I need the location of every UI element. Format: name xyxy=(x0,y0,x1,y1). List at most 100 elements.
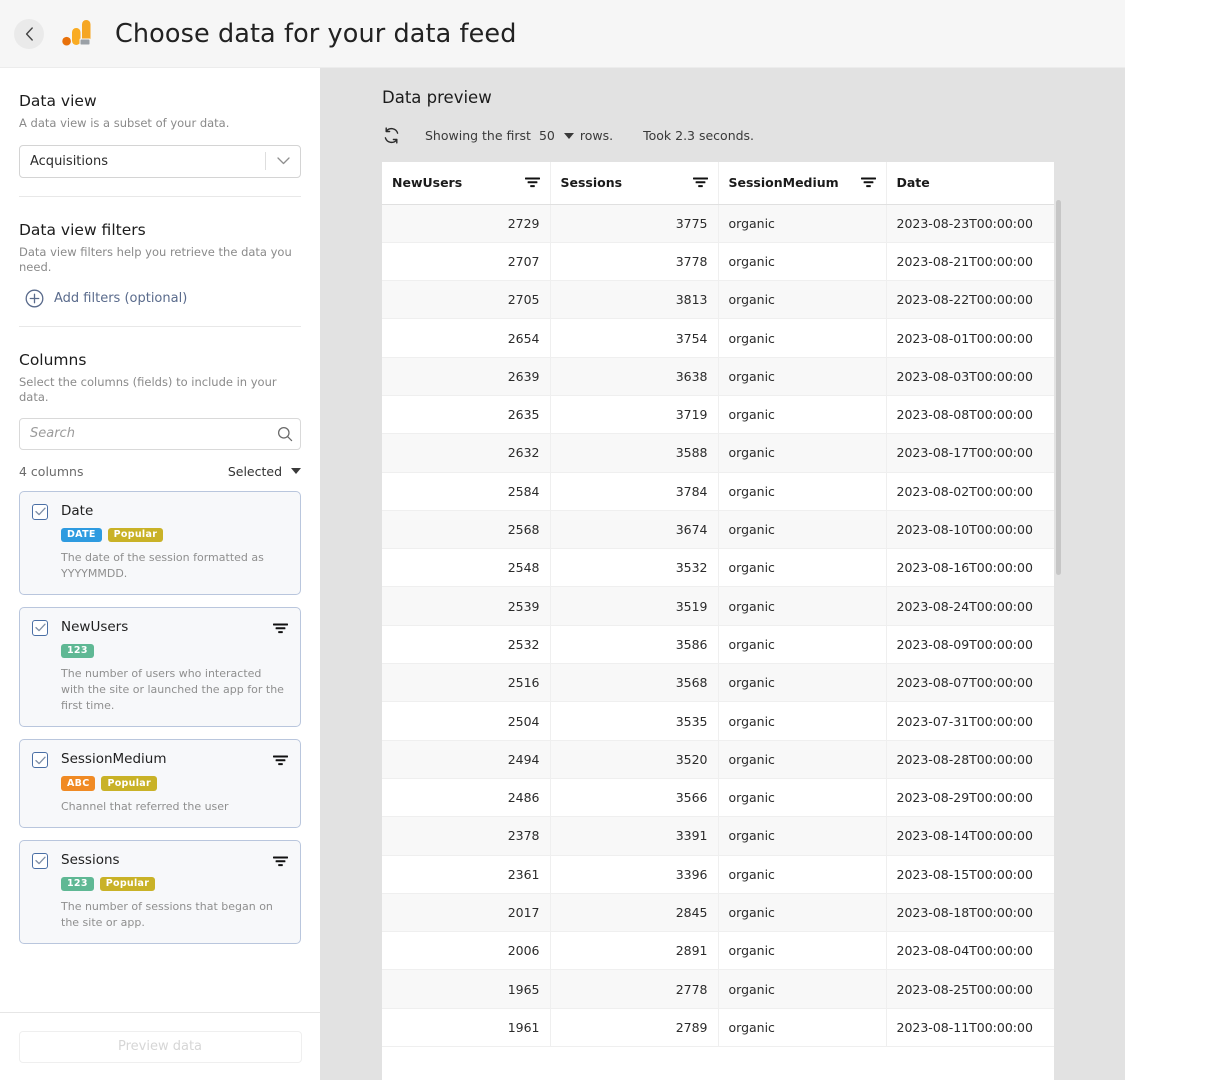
google-analytics-icon xyxy=(62,18,96,50)
table-cell: 2023-08-23T00:00:00 xyxy=(886,204,1054,243)
row-limit-dropdown[interactable]: 50 xyxy=(539,128,574,143)
data-view-select[interactable]: Acquisitions xyxy=(19,144,301,178)
table-cell: organic xyxy=(718,816,887,856)
column-filter-button[interactable] xyxy=(273,853,288,872)
table-row[interactable]: 2378 3391 organic 2023-08-14T00:00:00 xyxy=(382,816,1054,856)
chevron-down-icon[interactable] xyxy=(266,157,300,165)
table-cell: 2778 xyxy=(550,969,719,1009)
table-row[interactable]: 2504 3535 organic 2023-07-31T00:00:00 xyxy=(382,701,1054,741)
header-filter-button[interactable] xyxy=(692,176,708,189)
table-vertical-scrollbar[interactable] xyxy=(1056,200,1061,575)
data-view-filters-subtitle: Data view filters help you retrieve the … xyxy=(19,244,292,275)
table-cell: 3754 xyxy=(550,318,719,358)
table-cell: organic xyxy=(718,242,887,282)
table-cell: organic xyxy=(718,510,887,550)
table-cell: 3775 xyxy=(550,204,719,243)
table-cell: 2023-08-01T00:00:00 xyxy=(886,318,1054,358)
table-row[interactable]: 2584 3784 organic 2023-08-02T00:00:00 xyxy=(382,472,1054,511)
table-header-sessionmedium[interactable]: SessionMedium xyxy=(718,162,887,205)
table-cell: organic xyxy=(718,357,887,396)
table-cell: 2023-08-28T00:00:00 xyxy=(886,740,1054,779)
table-cell: 2654 xyxy=(382,318,551,358)
column-name: SessionMedium xyxy=(61,751,167,768)
table-header-sessions[interactable]: Sessions xyxy=(550,162,719,205)
table-cell: organic xyxy=(718,586,887,626)
preview-data-button[interactable]: Preview data xyxy=(18,1030,302,1063)
table-row[interactable]: 2639 3638 organic 2023-08-03T00:00:00 xyxy=(382,357,1054,396)
column-checkbox[interactable] xyxy=(32,752,48,769)
table-cell: 2532 xyxy=(382,625,551,665)
table-row[interactable]: 2017 2845 organic 2023-08-18T00:00:00 xyxy=(382,893,1054,933)
plus-circle-icon xyxy=(25,289,44,307)
column-name: Date xyxy=(61,502,94,519)
filter-icon xyxy=(860,177,876,188)
table-row[interactable]: 2548 3532 organic 2023-08-16T00:00:00 xyxy=(382,548,1054,588)
table-row[interactable]: 2568 3674 organic 2023-08-10T00:00:00 xyxy=(382,510,1054,550)
table-cell: organic xyxy=(718,969,887,1009)
table-row[interactable]: 2707 3778 organic 2023-08-21T00:00:00 xyxy=(382,242,1054,282)
table-row[interactable]: 2486 3566 organic 2023-08-29T00:00:00 xyxy=(382,778,1054,818)
badge-popular: Popular xyxy=(99,876,156,892)
column-badges: DATE Popular xyxy=(61,527,288,543)
data-view-subtitle: A data view is a subset of your data. xyxy=(19,116,230,130)
columns-sort-dropdown[interactable]: Selected xyxy=(228,464,301,479)
table-cell: organic xyxy=(718,1008,887,1048)
column-checkbox[interactable] xyxy=(32,503,48,520)
header-filter-button[interactable] xyxy=(860,176,876,189)
table-cell: 2361 xyxy=(382,855,551,894)
column-search[interactable] xyxy=(19,417,301,450)
table-row[interactable]: 2006 2891 organic 2023-08-04T00:00:00 xyxy=(382,931,1054,971)
table-cell: organic xyxy=(718,472,887,511)
column-checkbox[interactable] xyxy=(32,852,48,869)
back-button[interactable] xyxy=(14,18,44,49)
column-card-newusers[interactable]: NewUsers 123 The number of users who inter… xyxy=(19,606,301,728)
column-checkbox[interactable] xyxy=(32,619,48,636)
table-row[interactable]: 2361 3396 organic 2023-08-15T00:00:00 xyxy=(382,855,1054,894)
column-card-header: Date xyxy=(32,503,288,520)
table-cell: 1965 xyxy=(382,969,551,1009)
table-cell: 2486 xyxy=(382,778,551,818)
data-view-select-value: Acquisitions xyxy=(30,153,108,169)
table-row[interactable]: 2516 3568 organic 2023-08-07T00:00:00 xyxy=(382,663,1054,703)
table-row[interactable]: 2729 3775 organic 2023-08-23T00:00:00 xyxy=(382,204,1054,243)
table-row[interactable]: 2654 3754 organic 2023-08-01T00:00:00 xyxy=(382,318,1054,358)
table-cell: 1961 xyxy=(382,1008,551,1048)
table-row[interactable]: 1961 2789 organic 2023-08-11T00:00:00 xyxy=(382,1008,1054,1048)
badge-abc: ABC xyxy=(61,776,96,791)
badge-popular: Popular xyxy=(107,527,164,543)
table-row[interactable]: 2494 3520 organic 2023-08-28T00:00:00 xyxy=(382,740,1054,779)
table-cell: 2891 xyxy=(550,931,719,971)
table-row[interactable]: 2632 3588 organic 2023-08-17T00:00:00 xyxy=(382,433,1054,473)
search-input[interactable] xyxy=(20,426,270,442)
table-cell: organic xyxy=(718,433,887,473)
table-row[interactable]: 2532 3586 organic 2023-08-09T00:00:00 xyxy=(382,625,1054,665)
column-name: Sessions xyxy=(61,851,120,868)
header-label: NewUsers xyxy=(392,175,463,191)
column-card-sessions[interactable]: Sessions 123 Popular The number of sessions… xyxy=(19,839,301,945)
column-filter-button[interactable] xyxy=(273,620,288,639)
column-card-sessionmedium[interactable]: SessionMedium ABC Popular Channel that refe… xyxy=(19,739,301,828)
table-row[interactable]: 2635 3719 organic 2023-08-08T00:00:00 xyxy=(382,395,1054,435)
table-cell: 2023-08-25T00:00:00 xyxy=(886,969,1054,1009)
table-cell: 3586 xyxy=(550,625,719,665)
main-panel: Data preview Showing the first 50 rows. … xyxy=(320,68,1125,1080)
table-cell: 2023-08-24T00:00:00 xyxy=(886,586,1054,626)
table-header-newusers[interactable]: NewUsers xyxy=(382,162,551,205)
column-badges: ABC Popular xyxy=(61,776,288,791)
divider xyxy=(19,325,301,327)
table-row[interactable]: 2705 3813 organic 2023-08-22T00:00:00 xyxy=(382,280,1054,320)
add-filters-button[interactable]: Add filters (optional) xyxy=(19,289,301,308)
table-cell: 2023-08-04T00:00:00 xyxy=(886,931,1054,971)
table-row[interactable]: 2539 3519 organic 2023-08-24T00:00:00 xyxy=(382,586,1054,626)
column-badges: 123 Popular xyxy=(61,876,288,892)
header-filter-button[interactable] xyxy=(524,176,540,189)
table-cell: 3813 xyxy=(550,280,719,320)
column-filter-button[interactable] xyxy=(273,752,288,771)
table-cell: 2023-08-02T00:00:00 xyxy=(886,472,1054,511)
refresh-icon[interactable] xyxy=(382,126,401,145)
column-card-date[interactable]: Date DATE Popular The date of the session f… xyxy=(19,490,301,595)
table-header-date[interactable]: Date xyxy=(886,162,1054,205)
table-row[interactable]: 1965 2778 organic 2023-08-25T00:00:00 xyxy=(382,969,1054,1009)
columns-sort-label: Selected xyxy=(227,463,282,479)
table-cell: 2023-08-15T00:00:00 xyxy=(886,855,1054,894)
